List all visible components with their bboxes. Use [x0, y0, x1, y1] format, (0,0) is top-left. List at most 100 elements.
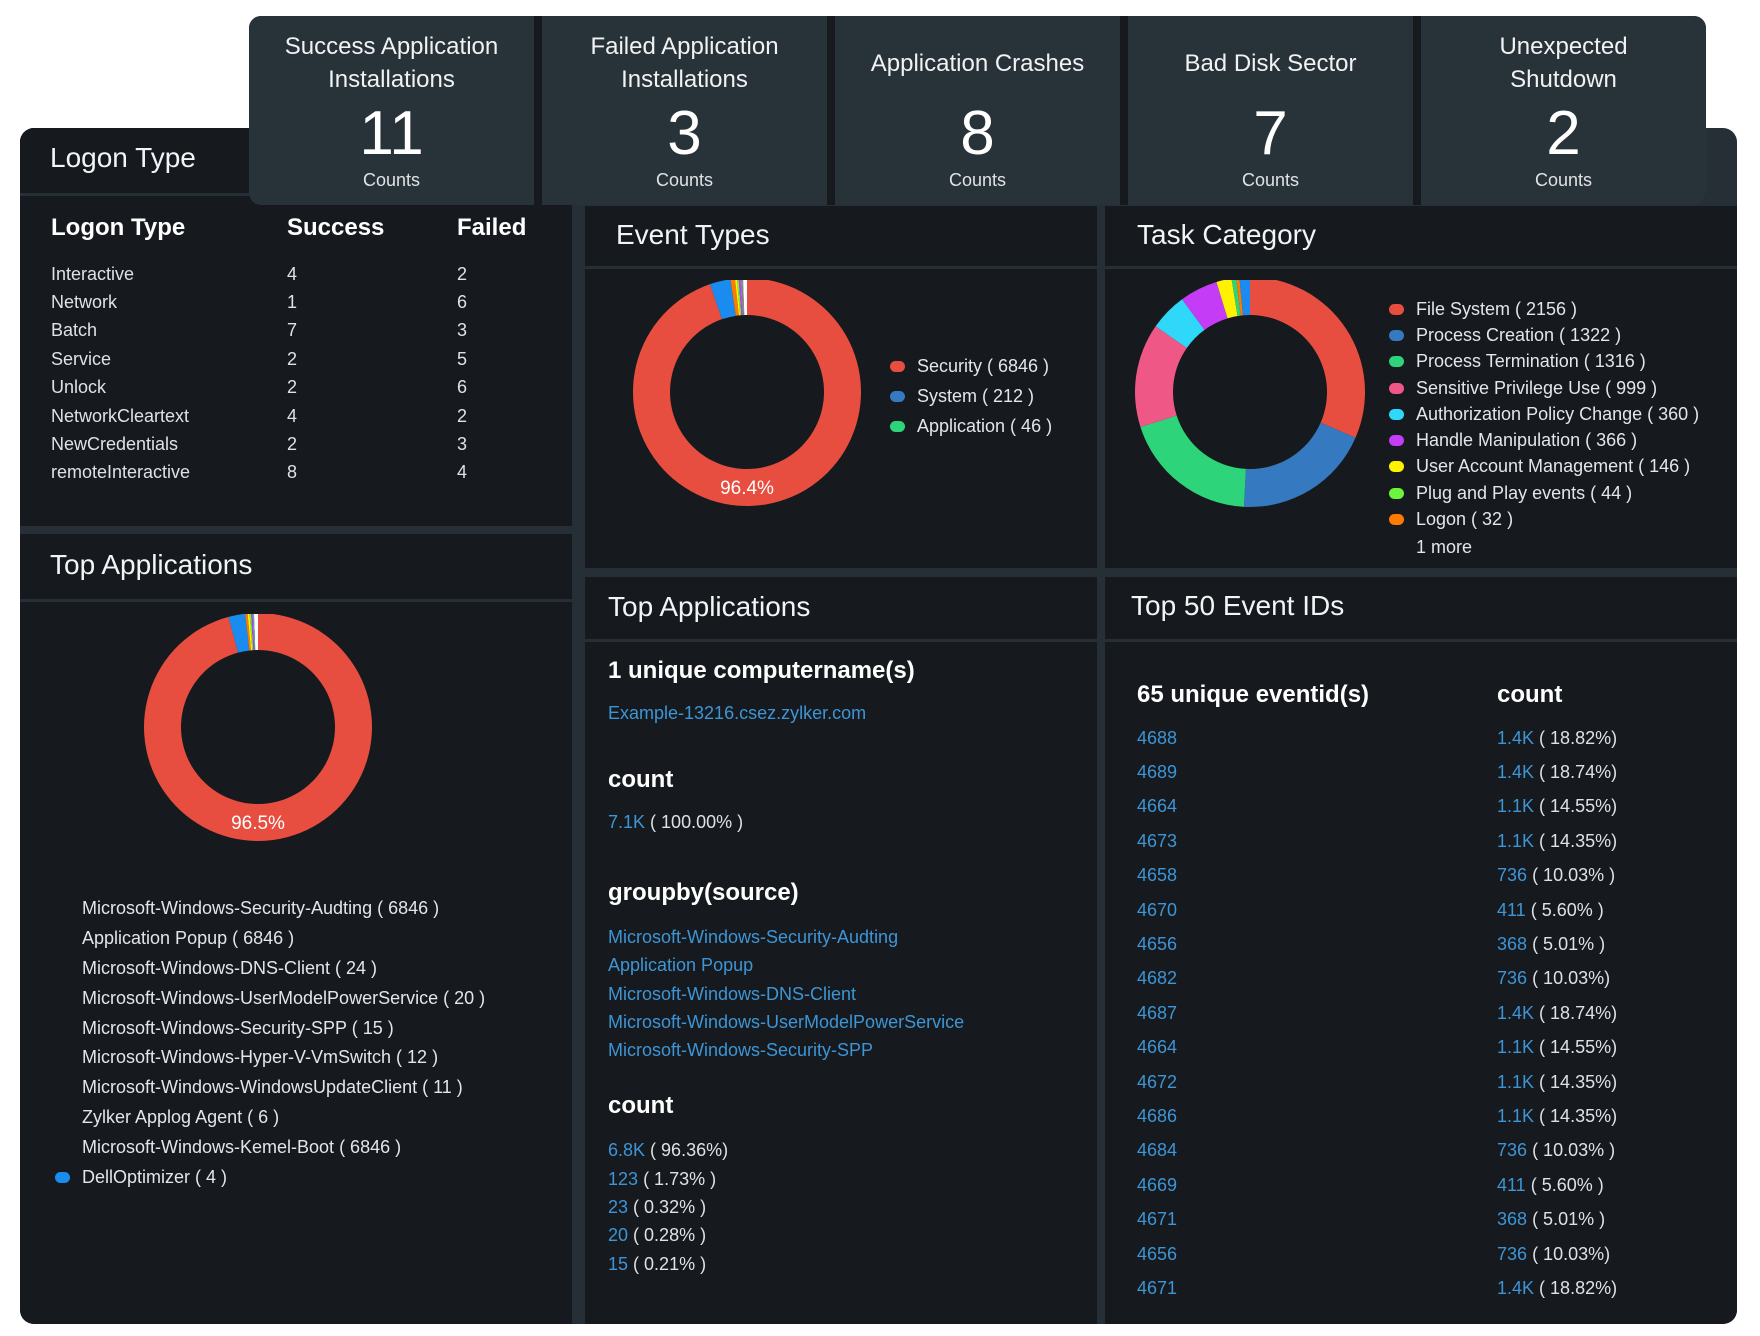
table-row: Interactive 4 2 [51, 260, 551, 288]
legend-item[interactable]: Microsoft-Windows-WindowsUpdateClient ( … [55, 1073, 485, 1103]
source-count-value[interactable]: 23 [608, 1197, 628, 1217]
event-id-link[interactable]: 4670 [1137, 900, 1497, 921]
event-count-value[interactable]: 368 [1497, 1209, 1527, 1229]
event-count-value[interactable]: 736 [1497, 968, 1527, 988]
donut-slice-file-system[interactable] [1250, 280, 1365, 438]
legend-item[interactable]: Process Creation ( 1322 ) [1389, 322, 1699, 348]
event-count-value[interactable]: 411 [1497, 900, 1526, 920]
legend-item[interactable]: Application ( 46 ) [890, 411, 1052, 441]
success-cell: 2 [287, 348, 298, 369]
legend-item[interactable]: User Account Management ( 146 ) [1389, 454, 1699, 480]
computer-name-link[interactable]: Example-13216.csez.zylker.com [608, 703, 1078, 724]
event-count-value[interactable]: 1.1K [1497, 1106, 1534, 1126]
source-count-value[interactable]: 15 [608, 1254, 628, 1274]
legend-item[interactable]: Application Popup ( 6846 ) [55, 924, 485, 954]
dashboard-panel: Logon Type Logon Type Success Failed Int… [20, 128, 1737, 1324]
source-link[interactable]: Microsoft-Windows-Security-Audting [608, 927, 1078, 955]
kpi-label: Bad Disk Sector [1184, 49, 1357, 77]
event-id-link[interactable]: 4672 [1137, 1072, 1497, 1093]
event-id-link[interactable]: 4671 [1137, 1278, 1497, 1299]
task-category-title: Task Category [1137, 219, 1316, 250]
success-cell: 2 [287, 434, 298, 455]
event-count-value[interactable]: 1.1K [1497, 831, 1534, 851]
legend-item[interactable]: Sensitive Privilege Use ( 999 ) [1389, 375, 1699, 401]
kpi-strip: Success Application Installations 11 Count… [249, 16, 1706, 205]
legend-item[interactable]: Process Termination ( 1316 ) [1389, 349, 1699, 375]
kpi-card[interactable]: Failed Application Installations 3 Counts [542, 16, 827, 205]
legend-item[interactable]: Handle Manipulation ( 366 ) [1389, 427, 1699, 453]
event-id-link[interactable]: 4682 [1137, 968, 1497, 989]
event-id-link[interactable]: 4656 [1137, 1244, 1497, 1265]
table-row: 4669 411 ( 5.60% ) [1137, 1168, 1717, 1202]
event-id-link[interactable]: 4686 [1137, 1106, 1497, 1127]
event-id-link[interactable]: 4687 [1137, 1003, 1497, 1024]
source-link[interactable]: Microsoft-Windows-Security-SPP [608, 1040, 1078, 1068]
legend-item[interactable]: Zylker Applog Agent ( 6 ) [55, 1103, 485, 1133]
event-count-value[interactable]: 736 [1497, 1140, 1527, 1160]
event-types-donut-chart: 96.4% [633, 280, 861, 506]
legend-item[interactable]: Plug and Play events ( 44 ) [1389, 480, 1699, 506]
source-count-value[interactable]: 6.8K [608, 1140, 645, 1160]
legend-item[interactable]: Microsoft-Windows-UserModelPowerService … [55, 983, 485, 1013]
source-link[interactable]: Microsoft-Windows-UserModelPowerService [608, 1012, 1078, 1040]
event-id-link[interactable]: 4689 [1137, 762, 1497, 783]
event-count-value[interactable]: 1.1K [1497, 796, 1534, 816]
source-count-value[interactable]: 123 [608, 1169, 638, 1189]
top-event-ids-widget: Top 50 Event IDs 65 unique eventid(s) co… [1105, 577, 1737, 1324]
donut-slice-process-creation[interactable] [1243, 422, 1356, 507]
source-link[interactable]: Microsoft-Windows-DNS-Client [608, 984, 1078, 1012]
col-header-eventid: 65 unique eventid(s) [1137, 681, 1370, 708]
event-count-pct: ( 14.35%) [1539, 1071, 1618, 1092]
event-count-value[interactable]: 1.4K [1497, 1278, 1534, 1298]
event-count-cell: 411 ( 5.60% ) [1497, 1175, 1604, 1196]
donut-slice-process-termination[interactable] [1140, 415, 1246, 507]
legend-item[interactable]: System ( 212 ) [890, 381, 1052, 411]
event-id-link[interactable]: 4669 [1137, 1175, 1497, 1196]
kpi-card[interactable]: Application Crashes 8 Counts [835, 16, 1120, 205]
source-count-value[interactable]: 20 [608, 1225, 628, 1245]
event-id-link[interactable]: 4664 [1137, 796, 1497, 817]
legend-item[interactable]: Microsoft-Windows-Security-Audting ( 684… [55, 894, 485, 924]
event-id-link[interactable]: 4671 [1137, 1209, 1497, 1230]
event-id-link[interactable]: 4656 [1137, 934, 1497, 955]
kpi-card[interactable]: Bad Disk Sector 7 Counts [1128, 16, 1413, 205]
event-id-link[interactable]: 4664 [1137, 1037, 1497, 1058]
kpi-card[interactable]: Success Application Installations 11 Count… [249, 16, 534, 205]
legend-item[interactable]: Logon ( 32 ) [1389, 506, 1699, 532]
legend-item[interactable]: Security ( 6846 ) [890, 351, 1052, 381]
legend-label: Application Popup ( 6846 ) [82, 928, 295, 949]
col-header-logon-type: Logon Type [51, 214, 186, 241]
event-count-pct: ( 5.01% ) [1532, 934, 1606, 955]
legend-item[interactable]: Authorization Policy Change ( 360 ) [1389, 401, 1699, 427]
event-id-link[interactable]: 4684 [1137, 1140, 1497, 1161]
legend-item[interactable]: Microsoft-Windows-Hyper-V-VmSwitch ( 12 … [55, 1043, 485, 1073]
legend-item[interactable]: Microsoft-Windows-DNS-Client ( 24 ) [55, 954, 485, 984]
source-link[interactable]: Application Popup [608, 955, 1078, 983]
legend-label: Microsoft-Windows-Kemel-Boot ( 6846 ) [82, 1136, 402, 1157]
kpi-card[interactable]: Unexpected Shutdown 2 Counts [1421, 16, 1706, 205]
total-count-value[interactable]: 7.1K [608, 812, 645, 832]
event-count-value[interactable]: 368 [1497, 934, 1527, 954]
event-count-value[interactable]: 411 [1497, 1175, 1526, 1195]
event-count-value[interactable]: 736 [1497, 1244, 1527, 1264]
legend-item[interactable]: Microsoft-Windows-Security-SPP ( 15 ) [55, 1013, 485, 1043]
legend-more-link[interactable]: 1 more [1389, 533, 1699, 563]
legend-item[interactable]: Microsoft-Windows-Kemel-Boot ( 6846 ) [55, 1132, 485, 1162]
event-id-link[interactable]: 4673 [1137, 831, 1497, 852]
legend-item[interactable]: File System ( 2156 ) [1389, 296, 1699, 322]
legend-item[interactable]: DellOptimizer ( 4 ) [55, 1162, 485, 1192]
source-count-pct: ( 0.28% ) [633, 1225, 707, 1246]
top-apps-chart-title: Top Applications [50, 549, 253, 580]
table-row: NewCredentials 2 3 [51, 430, 551, 458]
event-count-value[interactable]: 1.4K [1497, 762, 1534, 782]
event-count-value[interactable]: 1.1K [1497, 1072, 1534, 1092]
table-row: 4670 411 ( 5.60% ) [1137, 893, 1717, 927]
event-id-link[interactable]: 4688 [1137, 728, 1497, 749]
event-count-value[interactable]: 1.1K [1497, 1037, 1534, 1057]
event-count-value[interactable]: 1.4K [1497, 728, 1534, 748]
legend-label: Microsoft-Windows-UserModelPowerService … [82, 987, 486, 1008]
event-count-value[interactable]: 736 [1497, 865, 1527, 885]
event-ids-table-body: 4688 1.4K ( 18.82%) 4689 1.4K ( 18.74%) 4664… [1137, 721, 1717, 1306]
event-count-value[interactable]: 1.4K [1497, 1003, 1534, 1023]
event-id-link[interactable]: 4658 [1137, 865, 1497, 886]
